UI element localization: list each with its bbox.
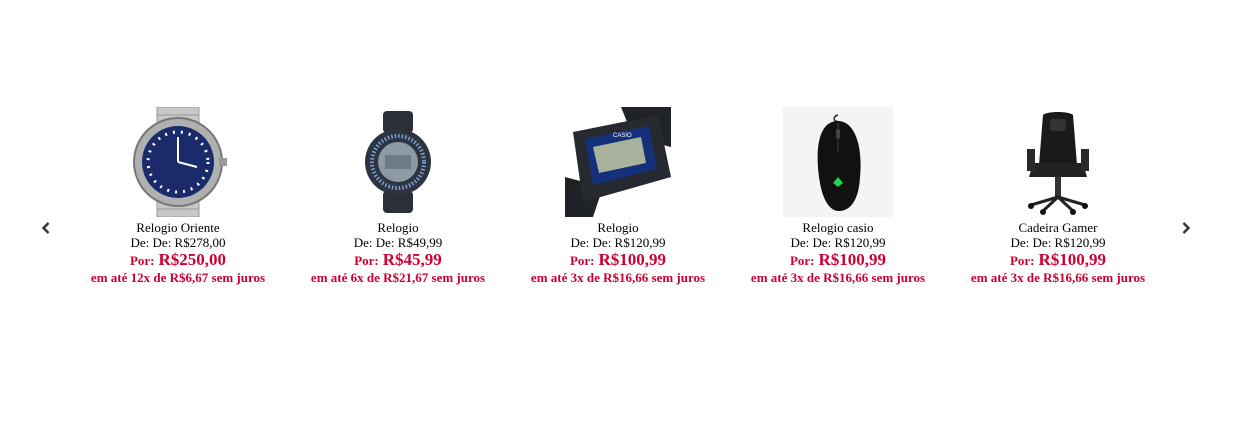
carousel-prev-button[interactable] <box>36 218 56 238</box>
price-label: Por: <box>129 253 155 268</box>
casio-watch-image: CASIO <box>565 107 671 217</box>
product-price-line: Por: R$45,99 <box>288 250 508 270</box>
product-image[interactable]: CASIO <box>563 107 673 217</box>
price-label: Por: <box>1009 253 1035 268</box>
product-image[interactable] <box>343 107 453 217</box>
product-carousel: Relogio Oriente De: De: R$278,00 Por: R$… <box>0 0 1253 431</box>
product-original-price: De: De: R$120,99 <box>790 235 886 250</box>
product-card[interactable]: Relogio De: De: R$49,99 Por: R$45,99 em … <box>288 107 508 297</box>
digital-round-watch-image <box>365 111 431 213</box>
product-price: R$100,99 <box>1038 250 1107 269</box>
product-original-price: De: De: R$49,99 <box>353 235 443 250</box>
product-name[interactable]: Relogio Oriente <box>68 220 288 235</box>
product-installments: em até 6x de R$21,67 sem juros <box>310 270 486 285</box>
product-installments: em até 3x de R$16,66 sem juros <box>530 270 706 285</box>
product-card[interactable]: Relogio Oriente De: De: R$278,00 Por: R$… <box>68 107 288 297</box>
product-price-line: Por: R$250,00 <box>68 250 288 270</box>
product-image[interactable] <box>1003 107 1113 217</box>
gaming-mouse-image <box>783 107 893 217</box>
price-label: Por: <box>354 253 379 268</box>
product-original-price: De: De: R$120,99 <box>1010 235 1106 250</box>
chevron-right-icon <box>1182 222 1191 234</box>
carousel-track: Relogio Oriente De: De: R$278,00 Por: R$… <box>68 107 1168 297</box>
product-original-price: De: De: R$120,99 <box>570 235 666 250</box>
product-original-price: De: De: R$278,00 <box>130 235 226 250</box>
product-card[interactable]: CASIO Relogio De: De: R$120,99 Por: R$10… <box>508 107 728 297</box>
product-price-line: Por: R$100,99 <box>728 250 948 270</box>
product-installments: em até 3x de R$16,66 sem juros <box>970 270 1146 285</box>
product-card[interactable]: Cadeira Gamer De: De: R$120,99 Por: R$10… <box>948 107 1168 297</box>
product-image[interactable] <box>783 107 893 217</box>
price-label: Por: <box>789 253 815 268</box>
gamer-chair-image <box>1027 112 1089 215</box>
product-name[interactable]: Relogio <box>508 220 728 235</box>
analog-watch-image <box>133 107 227 217</box>
product-installments: em até 3x de R$16,66 sem juros <box>750 270 926 285</box>
product-price: R$250,00 <box>158 250 227 269</box>
product-price-line: Por: R$100,99 <box>948 250 1168 270</box>
product-name[interactable]: Cadeira Gamer <box>948 220 1168 235</box>
product-name[interactable]: Relogio <box>288 220 508 235</box>
carousel-next-button[interactable] <box>1176 218 1196 238</box>
product-installments: em até 12x de R$6,67 sem juros <box>90 270 266 285</box>
product-price: R$45,99 <box>382 250 442 269</box>
product-price: R$100,99 <box>818 250 887 269</box>
chevron-left-icon <box>41 222 50 234</box>
product-image[interactable] <box>123 107 233 217</box>
product-name[interactable]: Relogio casio <box>728 220 948 235</box>
product-price-line: Por: R$100,99 <box>508 250 728 270</box>
product-price: R$100,99 <box>598 250 667 269</box>
svg-text:CASIO: CASIO <box>613 133 632 139</box>
price-label: Por: <box>569 253 595 268</box>
product-card[interactable]: Relogio casio De: De: R$120,99 Por: R$10… <box>728 107 948 297</box>
